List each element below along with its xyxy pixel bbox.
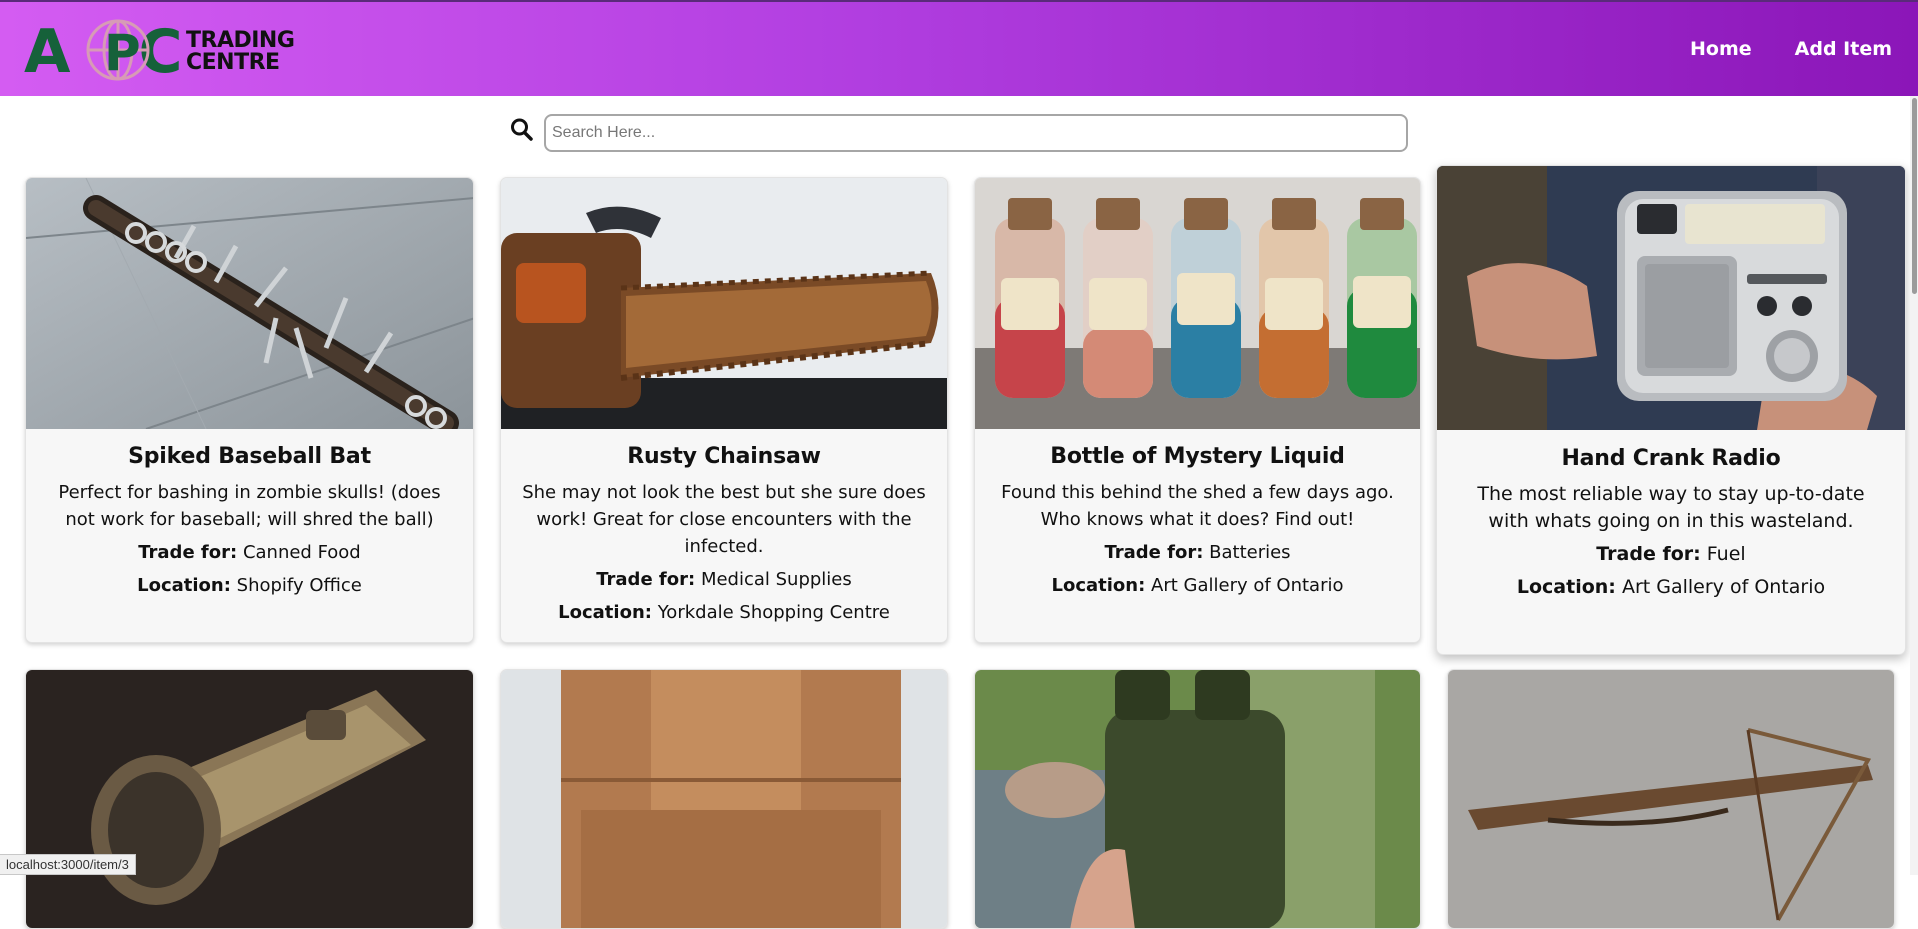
item-description: The most reliable way to stay up-to-date…	[1477, 483, 1865, 532]
item-card[interactable]	[1447, 669, 1895, 929]
search-input[interactable]	[544, 114, 1408, 152]
top-navbar: AC P TRADING CENTRE Home Add Item	[0, 0, 1918, 96]
item-card[interactable]	[500, 669, 948, 929]
item-card-body: Bottle of Mystery Liquid Found this behi…	[975, 444, 1420, 605]
item-trade-for: Trade for: Fuel	[1596, 543, 1746, 565]
item-title: Bottle of Mystery Liquid	[1050, 444, 1345, 469]
item-card-body: Spiked Baseball Bat Perfect for bashing …	[26, 444, 473, 605]
browser-status-url: localhost:3000/item/3	[0, 854, 136, 875]
item-description: Found this behind the shed a few days ag…	[1001, 482, 1394, 530]
spiked-bat-photo[interactable]	[26, 178, 473, 429]
item-description: Perfect for bashing in zombie skulls! (d…	[58, 482, 441, 530]
item-card[interactable]: Rusty Chainsaw She may not look the best…	[500, 177, 948, 643]
nav-add-item-link[interactable]: Add Item	[1795, 38, 1892, 60]
page-scrollbar-thumb[interactable]	[1912, 98, 1917, 294]
svg-text:P: P	[104, 24, 141, 82]
backpack-photo[interactable]	[501, 670, 947, 928]
main-nav: Home Add Item	[1690, 38, 1892, 60]
globe-icon: P	[86, 19, 150, 82]
item-trade-for: Trade for: Canned Food	[138, 542, 361, 563]
canteen-photo[interactable]	[975, 670, 1420, 928]
logo-subtitle: TRADING CENTRE	[186, 28, 295, 75]
item-title: Spiked Baseball Bat	[128, 444, 371, 469]
item-card[interactable]: Spiked Baseball Bat Perfect for bashing …	[25, 177, 474, 643]
item-trade-for: Trade for: Batteries	[1104, 542, 1291, 563]
item-location: Location: Art Gallery of Ontario	[1051, 575, 1344, 596]
flashlight-photo[interactable]	[26, 670, 473, 928]
item-card[interactable]: Bottle of Mystery Liquid Found this behi…	[974, 177, 1421, 643]
site-logo[interactable]: AC P TRADING CENTRE	[24, 14, 304, 86]
search-icon[interactable]	[510, 117, 534, 143]
item-location: Location: Art Gallery of Ontario	[1516, 576, 1826, 598]
chainsaw-photo[interactable]	[501, 178, 947, 429]
item-location: Location: Shopify Office	[137, 575, 362, 596]
item-card[interactable]	[25, 669, 474, 929]
item-card-body: Hand Crank Radio The most reliable way t…	[1437, 446, 1905, 607]
crossbow-photo[interactable]	[1448, 670, 1894, 928]
item-card[interactable]	[974, 669, 1421, 929]
item-card[interactable]: Hand Crank Radio The most reliable way t…	[1436, 165, 1906, 655]
bottles-photo[interactable]	[975, 178, 1420, 429]
item-trade-for: Trade for: Medical Supplies	[596, 569, 852, 590]
nav-home-link[interactable]: Home	[1690, 38, 1752, 60]
item-title: Rusty Chainsaw	[627, 444, 821, 469]
item-location: Location: Yorkdale Shopping Centre	[558, 602, 890, 623]
radio-photo[interactable]	[1437, 166, 1905, 430]
item-title: Hand Crank Radio	[1561, 446, 1781, 471]
item-card-body: Rusty Chainsaw She may not look the best…	[501, 444, 947, 632]
search-bar	[510, 114, 1410, 154]
item-description: She may not look the best but she sure d…	[522, 482, 926, 557]
